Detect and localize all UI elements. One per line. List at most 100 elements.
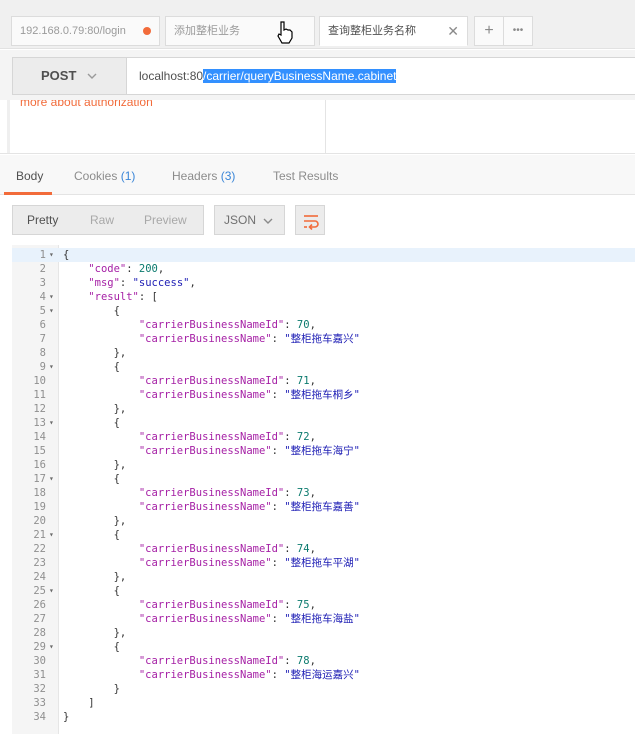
code-line: 25 ▾ { [12, 584, 635, 598]
line-number: 29 [33, 641, 46, 653]
code-text: "msg": "success", [88, 277, 196, 289]
code-line: 6 "carrierBusinessNameId": 70, [12, 318, 635, 332]
code-text: "carrierBusinessNameId": 71, [138, 375, 316, 387]
code-text: { [63, 249, 70, 261]
code-text: "carrierBusinessName": "整柜海运嘉兴" [138, 669, 360, 681]
code-line: 19 "carrierBusinessName": "整柜拖车嘉善" [12, 500, 635, 514]
fold-toggle-icon[interactable]: ▾ [49, 304, 54, 318]
more-tabs-button[interactable]: ••• [503, 16, 533, 46]
code-line: 14 "carrierBusinessNameId": 72, [12, 430, 635, 444]
code-text: }, [63, 627, 127, 639]
pretty-button[interactable]: Pretty [27, 213, 58, 227]
line-number: 13 [33, 417, 46, 429]
line-number: 34 [33, 711, 46, 723]
code-line: 27 "carrierBusinessName": "整柜拖车海盐" [12, 612, 635, 626]
code-text: }, [63, 515, 127, 527]
code-line: 3 "msg": "success", [12, 276, 635, 290]
line-number: 15 [33, 445, 46, 457]
line-number: 11 [33, 389, 46, 401]
tab-test-results-label: Test Results [273, 169, 339, 183]
line-number: 9 [39, 361, 46, 373]
code-line: 7 "carrierBusinessName": "整柜拖车嘉兴" [12, 332, 635, 346]
code-text: "carrierBusinessNameId": 75, [138, 599, 316, 611]
code-line: 8 }, [12, 346, 635, 360]
auth-help-pane: more about authorization [0, 100, 326, 153]
code-text: { [63, 305, 120, 317]
line-number: 18 [33, 487, 46, 499]
tab-body-label: Body [16, 169, 44, 183]
tab-cookies[interactable]: Cookies (1) [74, 169, 135, 183]
line-number: 24 [33, 571, 46, 583]
code-line: 18 "carrierBusinessNameId": 73, [12, 486, 635, 500]
code-text: "code": 200, [88, 263, 165, 275]
line-number: 20 [33, 515, 46, 527]
raw-button[interactable]: Raw [90, 213, 114, 227]
new-tab-button[interactable]: + [474, 16, 504, 46]
code-line: 13 ▾ { [12, 416, 635, 430]
request-settings-panel: more about authorization [0, 100, 635, 154]
active-tab-indicator [4, 192, 52, 195]
chevron-down-icon [87, 73, 97, 79]
line-number: 21 [33, 529, 46, 541]
code-line: 33 ] [12, 696, 635, 710]
line-number: 33 [33, 697, 46, 709]
code-line: 32 } [12, 682, 635, 696]
tab-body[interactable]: Body [16, 169, 43, 183]
fold-toggle-icon[interactable]: ▾ [49, 528, 54, 542]
fold-toggle-icon[interactable]: ▾ [49, 472, 54, 486]
response-tabs: Body Cookies (1) Headers (3) Test Result… [0, 155, 635, 195]
code-text: "carrierBusinessName": "整柜拖车海盐" [138, 613, 360, 625]
code-text: }, [63, 403, 127, 415]
close-tab-icon[interactable]: ✕ [447, 17, 459, 45]
line-number: 22 [33, 543, 46, 555]
code-line: 10 "carrierBusinessNameId": 71, [12, 374, 635, 388]
url-host: localhost:80 [139, 69, 204, 83]
code-line: 4 ▾ "result": [ [12, 290, 635, 304]
tab-login[interactable]: 192.168.0.79:80/login [11, 16, 160, 46]
code-line: 26 "carrierBusinessNameId": 75, [12, 598, 635, 612]
fold-toggle-icon[interactable]: ▾ [49, 416, 54, 430]
code-line: 21 ▾ { [12, 528, 635, 542]
tab-headers[interactable]: Headers (3) [172, 169, 235, 183]
line-number: 6 [39, 319, 46, 331]
code-text: "carrierBusinessNameId": 73, [138, 487, 316, 499]
tab-test-results[interactable]: Test Results [273, 169, 338, 183]
line-number: 23 [33, 557, 46, 569]
format-select[interactable]: JSON [214, 205, 285, 235]
code-line: 23 "carrierBusinessName": "整柜拖车平湖" [12, 556, 635, 570]
wrap-lines-button[interactable] [295, 205, 325, 235]
http-method-select[interactable]: POST [12, 57, 126, 95]
code-line: 16 }, [12, 458, 635, 472]
code-text: } [63, 683, 120, 695]
response-body-viewer[interactable]: 1 ▾{2 "code": 200, 3 "msg": "success", 4 ▾ "… [12, 245, 635, 734]
fold-toggle-icon[interactable]: ▾ [49, 290, 54, 304]
preview-button[interactable]: Preview [144, 213, 187, 227]
code-line: 20 }, [12, 514, 635, 528]
code-text: ] [63, 697, 95, 709]
code-line: 5 ▾ { [12, 304, 635, 318]
code-text: { [63, 641, 120, 653]
fold-toggle-icon[interactable]: ▾ [49, 248, 54, 262]
url-input[interactable]: localhost:80/carrier/queryBusinessName.c… [126, 57, 635, 95]
line-number: 28 [33, 627, 46, 639]
authorization-help-link[interactable]: more about authorization [20, 100, 153, 109]
unsaved-dot-icon [143, 27, 151, 35]
code-text: "carrierBusinessName": "整柜拖车平湖" [138, 557, 360, 569]
line-number: 26 [33, 599, 46, 611]
code-text: { [63, 585, 120, 597]
fold-toggle-icon[interactable]: ▾ [49, 584, 54, 598]
fold-toggle-icon[interactable]: ▾ [49, 360, 54, 374]
code-line: 12 }, [12, 402, 635, 416]
url-path-selected: /carrier/queryBusinessName.cabinet [203, 69, 397, 83]
code-text: "carrierBusinessNameId": 72, [138, 431, 316, 443]
code-line: 2 "code": 200, [12, 262, 635, 276]
mouse-pointer-icon [277, 21, 293, 44]
code-line: 34} [12, 710, 635, 724]
code-text: "result": [ [88, 291, 158, 303]
line-number: 12 [33, 403, 46, 415]
fold-toggle-icon[interactable]: ▾ [49, 640, 54, 654]
tab-query-cabinet-business-name[interactable]: 查询整柜业务名称 ✕ [319, 16, 468, 46]
code-text: }, [63, 571, 127, 583]
line-number: 10 [33, 375, 46, 387]
code-text: { [63, 473, 120, 485]
